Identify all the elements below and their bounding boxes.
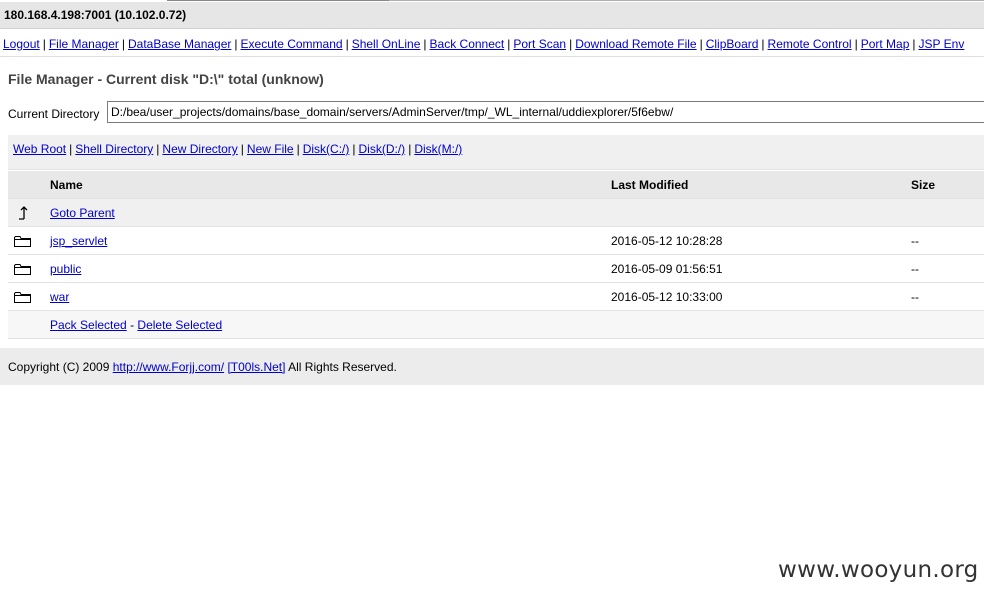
- nav-download-remote-file[interactable]: Download Remote File: [575, 37, 696, 51]
- size-value: --: [911, 262, 919, 276]
- folder-link-public[interactable]: public: [50, 255, 81, 283]
- table-row: war 2016-05-12 10:33:00 --: [8, 283, 984, 311]
- forjj-link[interactable]: http://www.Forjj.com/: [113, 360, 224, 374]
- nav-port-scan[interactable]: Port Scan: [513, 37, 566, 51]
- file-table: Name Last Modified Size Goto Parent jsp_…: [8, 171, 984, 339]
- nav-execute-command[interactable]: Execute Command: [241, 37, 343, 51]
- nav-back-connect[interactable]: Back Connect: [430, 37, 505, 51]
- pack-selected-link[interactable]: Pack Selected: [50, 318, 127, 332]
- last-modified-value: 2016-05-12 10:28:28: [611, 234, 723, 248]
- table-actions-row: Pack Selected - Delete Selected: [8, 311, 984, 339]
- watermark-text: www.wooyun.org: [778, 557, 979, 583]
- current-directory-label: Current Directory: [8, 107, 100, 121]
- nav-jsp-env[interactable]: JSP Env: [919, 37, 965, 51]
- table-header-row: Name Last Modified Size: [8, 171, 984, 199]
- window-title: 180.168.4.198:7001 (10.102.0.72): [0, 2, 984, 29]
- top-edge-segment: [389, 0, 984, 1]
- folder-link-jsp-servlet[interactable]: jsp_servlet: [50, 227, 107, 255]
- link-new-file[interactable]: New File: [247, 142, 294, 156]
- last-modified-value: 2016-05-09 01:56:51: [611, 262, 723, 276]
- table-row: public 2016-05-09 01:56:51 --: [8, 255, 984, 283]
- link-new-directory[interactable]: New Directory: [162, 142, 237, 156]
- nav-database-manager[interactable]: DataBase Manager: [128, 37, 231, 51]
- last-modified-value: 2016-05-12 10:33:00: [611, 290, 723, 304]
- size-value: --: [911, 234, 919, 248]
- nav-port-map[interactable]: Port Map: [861, 37, 910, 51]
- page-title: File Manager - Current disk "D:\" total …: [8, 71, 324, 87]
- column-header-size: Size: [911, 178, 936, 192]
- nav-separator: |: [345, 37, 349, 51]
- nav-remote-control[interactable]: Remote Control: [768, 37, 852, 51]
- nav-separator: |: [121, 37, 125, 51]
- nav-separator: |: [569, 37, 573, 51]
- nav-separator: |: [507, 37, 511, 51]
- link-separator: |: [69, 142, 73, 156]
- link-separator: |: [352, 142, 356, 156]
- quick-links-bar: Web Root | Shell Directory | New Directory | N…: [8, 135, 984, 170]
- nav-clipboard[interactable]: ClipBoard: [706, 37, 759, 51]
- column-header-last-modified: Last Modified: [611, 178, 689, 192]
- folder-link-war[interactable]: war: [50, 283, 69, 311]
- link-disk-d[interactable]: Disk(D:/): [359, 142, 406, 156]
- nav-separator: |: [234, 37, 238, 51]
- link-disk-m[interactable]: Disk(M:/): [414, 142, 462, 156]
- copyright-prefix: Copyright (C) 2009: [8, 360, 110, 374]
- copyright-footer: Copyright (C) 2009 http://www.Forjj.com/…: [0, 348, 984, 385]
- nav-separator: |: [854, 37, 858, 51]
- nav-file-manager[interactable]: File Manager: [49, 37, 119, 51]
- top-nav: Logout | File Manager | DataBase Manager | Exe…: [0, 30, 984, 57]
- copyright-suffix: All Rights Reserved.: [288, 360, 397, 374]
- table-row-goto-parent: Goto Parent: [8, 199, 984, 227]
- nav-separator: |: [761, 37, 765, 51]
- link-web-root[interactable]: Web Root: [13, 142, 66, 156]
- nav-shell-online[interactable]: Shell OnLine: [352, 37, 421, 51]
- link-separator: |: [240, 142, 244, 156]
- table-row: jsp_servlet 2016-05-12 10:28:28 --: [8, 227, 984, 255]
- actions-separator: -: [130, 318, 135, 332]
- goto-parent-link[interactable]: Goto Parent: [50, 199, 115, 227]
- size-value: --: [911, 290, 919, 304]
- nav-separator: |: [699, 37, 703, 51]
- column-header-name: Name: [50, 178, 83, 192]
- current-directory-input[interactable]: [107, 101, 984, 123]
- link-disk-c[interactable]: Disk(C:/): [303, 142, 350, 156]
- link-separator: |: [408, 142, 412, 156]
- link-separator: |: [296, 142, 300, 156]
- table-actions: Pack Selected - Delete Selected: [50, 311, 222, 339]
- link-shell-directory[interactable]: Shell Directory: [75, 142, 153, 156]
- nav-separator: |: [912, 37, 916, 51]
- top-edge-segment: [167, 0, 389, 1]
- delete-selected-link[interactable]: Delete Selected: [137, 318, 222, 332]
- nav-separator: |: [42, 37, 46, 51]
- link-separator: |: [156, 142, 160, 156]
- t00ls-link[interactable]: [T00ls.Net]: [227, 360, 285, 374]
- nav-separator: |: [423, 37, 427, 51]
- nav-logout[interactable]: Logout: [3, 37, 40, 51]
